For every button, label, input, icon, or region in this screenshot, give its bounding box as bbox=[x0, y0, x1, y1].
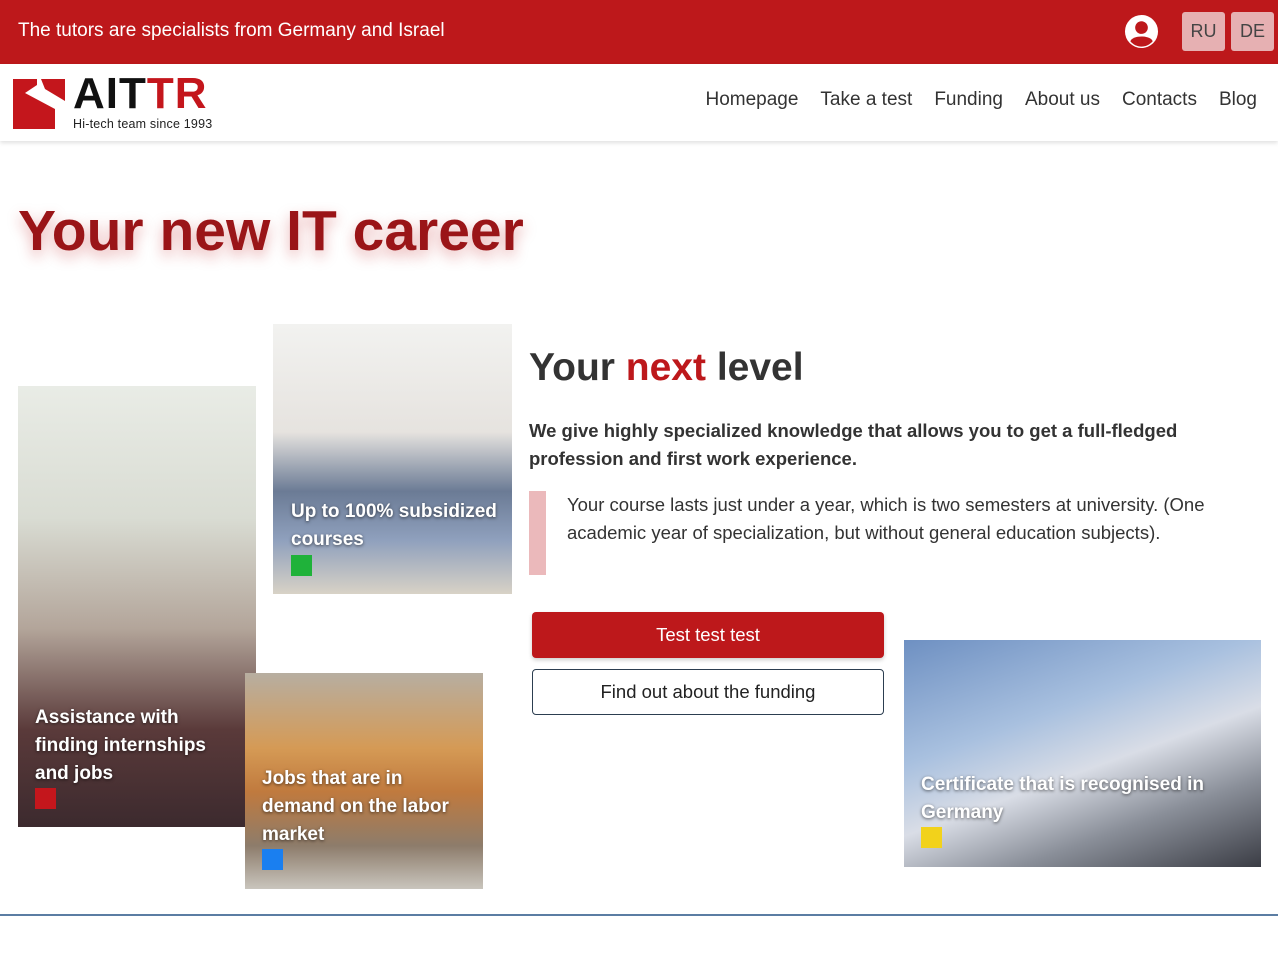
nav-blog[interactable]: Blog bbox=[1219, 89, 1257, 111]
card-certificate: Certificate that is recognised in German… bbox=[904, 640, 1261, 867]
card-caption: Assistance with finding internships and … bbox=[35, 707, 206, 784]
nav-contacts[interactable]: Contacts bbox=[1122, 89, 1197, 111]
card-caption: Certificate that is recognised in German… bbox=[921, 774, 1204, 823]
nav-homepage[interactable]: Homepage bbox=[705, 89, 798, 111]
funding-button[interactable]: Find out about the funding bbox=[532, 669, 884, 715]
logo-wordmark: AITTR bbox=[73, 69, 208, 118]
main-nav: Homepage Take a test Funding About us Co… bbox=[705, 89, 1257, 111]
test-button[interactable]: Test test test bbox=[532, 612, 884, 658]
nav-take-a-test[interactable]: Take a test bbox=[820, 89, 912, 111]
card-subsidized: Up to 100% subsidized courses bbox=[273, 324, 512, 594]
language-ru-button[interactable]: RU bbox=[1182, 12, 1225, 51]
card-caption: Up to 100% subsidized courses bbox=[291, 501, 497, 550]
logo-mark-icon bbox=[13, 79, 65, 129]
course-duration-text: Your course lasts just under a year, whi… bbox=[567, 494, 1205, 543]
card-color-square bbox=[262, 849, 283, 870]
level-title: Your next level bbox=[529, 346, 804, 389]
site-header: AITTR Hi-tech team since 1993 Homepage T… bbox=[0, 64, 1278, 141]
nav-about-us[interactable]: About us bbox=[1025, 89, 1100, 111]
quote-accent-bar bbox=[529, 491, 546, 575]
card-color-square bbox=[291, 555, 312, 576]
card-internships: Assistance with finding internships and … bbox=[18, 386, 256, 827]
language-de-button[interactable]: DE bbox=[1231, 12, 1274, 51]
site-logo[interactable]: AITTR Hi-tech team since 1993 bbox=[11, 69, 226, 131]
section-divider bbox=[0, 914, 1278, 916]
lead-text: We give highly specialized knowledge tha… bbox=[529, 420, 1178, 469]
card-color-square bbox=[35, 788, 56, 809]
logo-tagline: Hi-tech team since 1993 bbox=[73, 117, 213, 131]
user-account-icon[interactable] bbox=[1124, 14, 1159, 49]
top-bar: The tutors are specialists from Germany … bbox=[0, 0, 1278, 64]
nav-funding[interactable]: Funding bbox=[934, 89, 1003, 111]
hero-title: Your new IT career bbox=[18, 199, 524, 263]
card-caption: Jobs that are in demand on the labor mar… bbox=[262, 768, 449, 845]
topbar-text: The tutors are specialists from Germany … bbox=[18, 20, 445, 41]
card-color-square bbox=[921, 827, 942, 848]
card-jobs-demand: Jobs that are in demand on the labor mar… bbox=[245, 673, 483, 889]
